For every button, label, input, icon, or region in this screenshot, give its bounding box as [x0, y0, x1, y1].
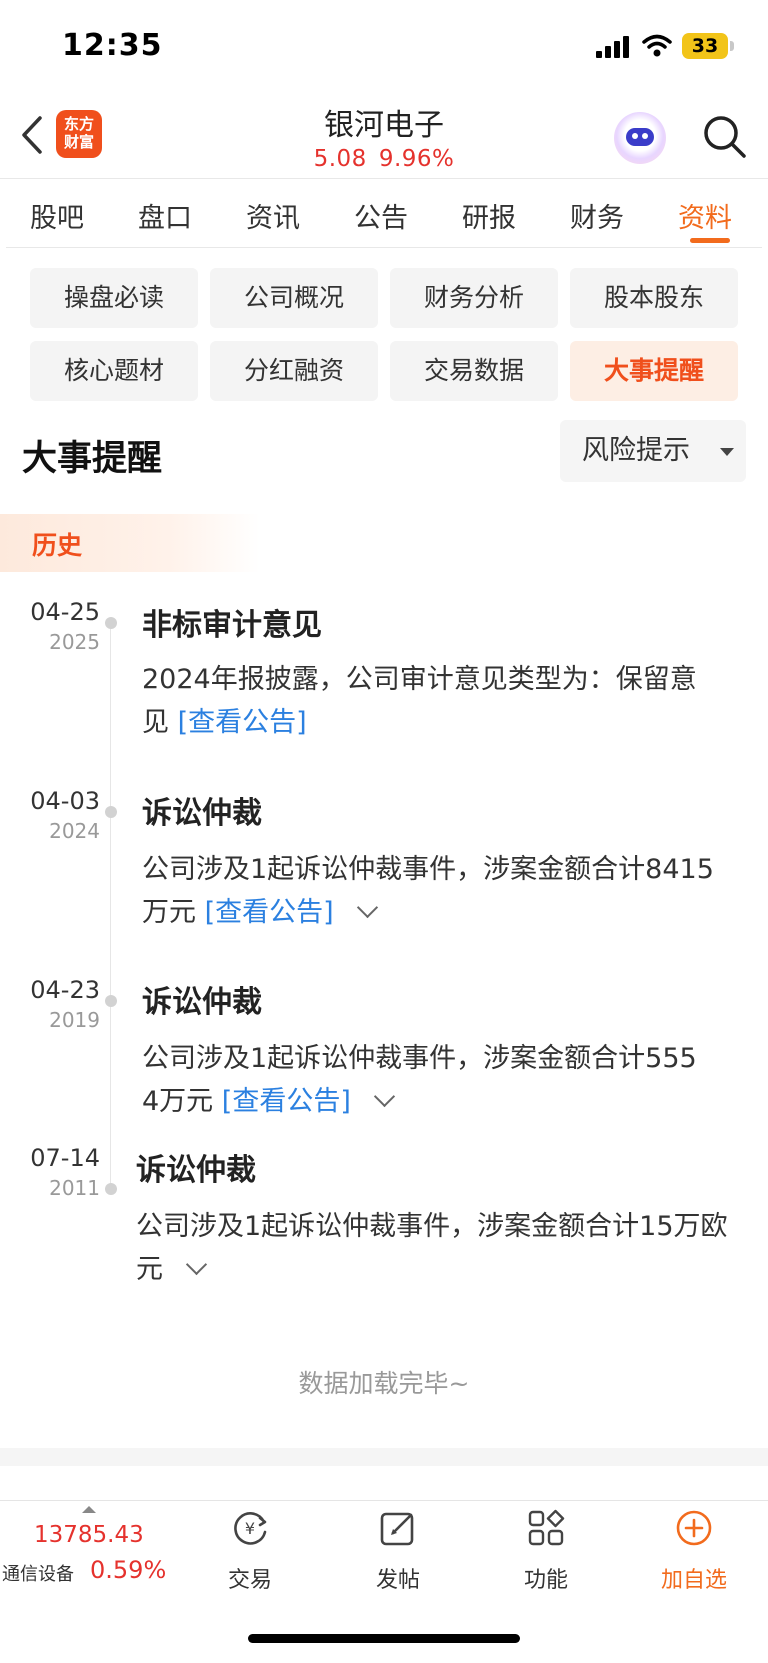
tab-announcements[interactable]: 公告: [354, 196, 408, 235]
chip-financial-analysis[interactable]: 财务分析: [390, 268, 558, 328]
active-tab-indicator: [690, 238, 730, 243]
event-date: 04-25: [30, 598, 100, 626]
tab-finance[interactable]: 财务: [570, 196, 624, 235]
chip-company-overview[interactable]: 公司概况: [210, 268, 378, 328]
event-year: 2024: [49, 819, 100, 843]
tab-research[interactable]: 研报: [462, 196, 516, 235]
event-body: 公司涉及1起诉讼仲裁事件，涉案金额合计15万欧 元: [136, 1211, 728, 1285]
tab-guba[interactable]: 股吧: [30, 196, 84, 235]
caret-down-icon: [720, 448, 734, 456]
chip-trading-guide[interactable]: 操盘必读: [30, 268, 198, 328]
timeline-dot: [105, 806, 117, 818]
chevron-down-icon[interactable]: [185, 1253, 208, 1276]
view-announcement-link[interactable]: [查看公告]: [222, 1086, 351, 1117]
index-change-pct[interactable]: 0.59%: [90, 1556, 166, 1584]
chip-major-events[interactable]: 大事提醒: [570, 341, 738, 401]
event-body: 2024年报披露，公司审计意见类型为：保留意 见 [查看公告]: [142, 664, 697, 738]
battery-tip: [730, 41, 734, 51]
event-year: 2025: [49, 630, 100, 654]
chip-core-themes[interactable]: 核心题材: [30, 341, 198, 401]
index-value[interactable]: 13785.43: [34, 1522, 144, 1548]
add-watchlist-button[interactable]: 加自选: [644, 1508, 744, 1594]
event-title: 诉讼仲裁: [142, 985, 262, 1020]
bottom-bar-divider: [0, 1500, 768, 1501]
timeline-dot: [105, 617, 117, 629]
ai-assistant-eye: [632, 133, 638, 139]
status-time: 12:35: [62, 28, 163, 63]
chevron-down-icon[interactable]: [356, 896, 378, 919]
event-date: 04-23: [30, 976, 100, 1004]
event-date: 07-14: [30, 1144, 100, 1172]
view-announcement-link[interactable]: [查看公告]: [205, 897, 334, 928]
search-icon[interactable]: [700, 112, 748, 160]
stock-change-pct: 9.96%: [378, 146, 455, 172]
add-watchlist-icon: [676, 1510, 712, 1546]
event-year: 2011: [49, 1176, 100, 1200]
post-label: 发帖: [375, 1568, 420, 1593]
header-divider: [0, 178, 768, 179]
chip-dividends-financing[interactable]: 分红融资: [210, 341, 378, 401]
timeline-dot: [105, 995, 117, 1007]
trade-icon: ¥: [234, 1512, 267, 1545]
load-complete-text: 数据加载完毕~: [298, 1369, 470, 1398]
post-button[interactable]: 发帖: [348, 1508, 448, 1594]
chip-trading-data[interactable]: 交易数据: [390, 341, 558, 401]
battery-indicator: 33: [682, 33, 728, 59]
timeline-dot: [105, 1183, 117, 1195]
trade-button[interactable]: ¥ 交易: [200, 1508, 300, 1594]
timeline-line: [110, 620, 111, 1188]
chip-shareholders[interactable]: 股本股东: [570, 268, 738, 328]
event-title: 诉讼仲裁: [142, 796, 262, 831]
add-watchlist-label: 加自选: [660, 1568, 727, 1593]
risk-filter-dropdown[interactable]: 风险提示: [560, 420, 746, 482]
trade-label: 交易: [227, 1568, 272, 1593]
cellular-signal-icon: [596, 36, 629, 58]
risk-filter-label: 风险提示: [582, 435, 690, 466]
chevron-down-icon[interactable]: [373, 1085, 395, 1108]
stock-price: 5.08: [313, 146, 367, 172]
event-title: 非标审计意见: [142, 608, 322, 643]
section-separator-band: [0, 1448, 768, 1466]
compose-icon: [380, 1512, 414, 1546]
section-title: 大事提醒: [22, 439, 163, 479]
apps-icon: [528, 1509, 565, 1546]
ai-assistant-face: [626, 128, 654, 146]
svg-text:¥: ¥: [245, 1519, 255, 1538]
event-title: 诉讼仲裁: [136, 1153, 256, 1188]
event-body: 公司涉及1起诉讼仲裁事件，涉案金额合计8415 万元 [查看公告]: [142, 854, 714, 928]
functions-button[interactable]: 功能: [496, 1508, 596, 1594]
tabs-divider: [6, 247, 762, 248]
event-body: 公司涉及1起诉讼仲裁事件，涉案金额合计555 4万元 [查看公告]: [142, 1043, 697, 1117]
tab-profile[interactable]: 资料: [678, 196, 732, 235]
index-name[interactable]: 通信设备: [2, 1560, 74, 1586]
history-label: 历史: [32, 531, 83, 560]
caret-up-icon[interactable]: [82, 1506, 96, 1513]
functions-label: 功能: [523, 1568, 568, 1593]
tab-news[interactable]: 资讯: [246, 196, 300, 235]
event-date: 04-03: [30, 787, 100, 815]
ai-assistant-eye: [642, 133, 648, 139]
event-year: 2019: [49, 1008, 100, 1032]
wifi-icon: [642, 34, 672, 57]
view-announcement-link[interactable]: [查看公告]: [178, 707, 307, 738]
home-indicator: [248, 1634, 520, 1643]
tab-pankou[interactable]: 盘口: [138, 196, 192, 235]
